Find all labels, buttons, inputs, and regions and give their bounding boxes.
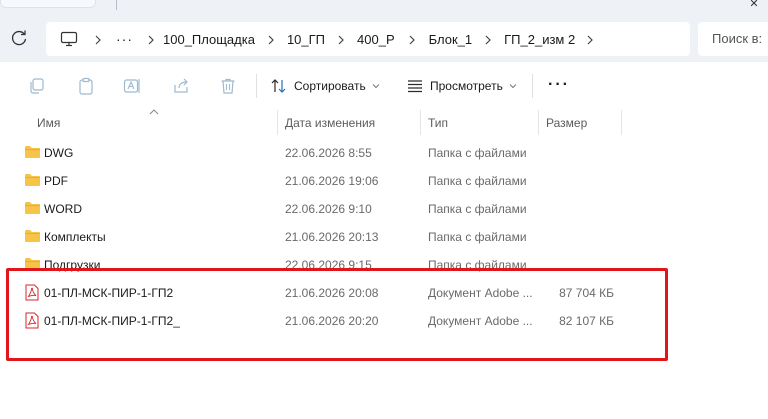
copy-icon[interactable] (27, 76, 47, 96)
breadcrumb-overflow[interactable]: ··· (110, 31, 139, 47)
column-divider[interactable] (621, 110, 622, 135)
file-date: 22.06.2026 8:55 (285, 146, 372, 160)
sort-label: Сортировать (294, 79, 366, 93)
list-item[interactable]: PDF 21.06.2026 19:06 Папка с файлами (0, 167, 768, 195)
breadcrumb-item[interactable]: ГП_2_изм 2 (504, 32, 575, 47)
rename-icon[interactable] (122, 76, 142, 96)
list-item[interactable]: WORD 22.06.2026 9:10 Папка с файлами (0, 195, 768, 223)
file-name: 01-ПЛ-МСК-ПИР-1-ГП2_ (44, 314, 180, 328)
file-date: 21.06.2026 20:20 (285, 314, 379, 328)
tab-separator (116, 0, 117, 10)
file-date: 21.06.2026 20:08 (285, 286, 379, 300)
paste-icon[interactable] (76, 76, 96, 96)
chevron-right-icon[interactable] (139, 31, 163, 47)
browser-tab[interactable] (0, 0, 96, 8)
file-type: Папка с файлами (428, 230, 527, 244)
sort-button[interactable]: Сортировать (270, 74, 380, 98)
chevron-down-icon (509, 84, 517, 89)
file-date: 21.06.2026 20:13 (285, 230, 379, 244)
list-item[interactable]: Комплекты 21.06.2026 20:13 Папка с файла… (0, 223, 768, 251)
file-size: 87 704 КБ (559, 286, 614, 300)
file-name: PDF (44, 174, 68, 188)
sort-icon (271, 79, 286, 93)
file-date: 21.06.2026 19:06 (285, 174, 379, 188)
chevron-right-icon[interactable] (255, 31, 287, 47)
breadcrumb-item[interactable]: Блок_1 (429, 32, 473, 47)
breadcrumb-item[interactable]: 100_Площадка (163, 32, 255, 47)
folder-icon (25, 258, 40, 270)
folder-icon (25, 174, 40, 186)
view-button[interactable]: Просмотреть (406, 74, 517, 98)
list-item[interactable]: DWG 22.06.2026 8:55 Папка с файлами (0, 139, 768, 167)
chevron-right-icon[interactable] (395, 31, 429, 47)
pdf-icon (25, 284, 39, 301)
file-name: 01-ПЛ-МСК-ПИР-1-ГП2 (44, 286, 174, 300)
chevron-down-icon (372, 84, 380, 89)
file-date: 22.06.2026 9:10 (285, 202, 372, 216)
breadcrumb-item[interactable]: 10_ГП (287, 32, 325, 47)
breadcrumb-item[interactable]: 400_Р (357, 32, 395, 47)
file-type: Папка с файлами (428, 174, 527, 188)
folder-icon (25, 146, 40, 158)
folder-icon (25, 202, 40, 214)
file-date: 22.06.2026 9:15 (285, 258, 372, 272)
sort-ascending-icon (149, 109, 159, 115)
file-type: Папка с файлами (428, 258, 527, 272)
share-icon[interactable] (171, 76, 191, 96)
toolbar-divider (256, 74, 257, 98)
toolbar-divider (532, 74, 533, 98)
list-item[interactable]: 01-ПЛ-МСК-ПИР-1-ГП2 21.06.2026 20:08 Док… (0, 279, 768, 307)
column-header-date[interactable]: Дата изменения (285, 110, 375, 135)
file-name: WORD (44, 202, 82, 216)
view-icon (408, 80, 422, 93)
tab-strip: ✕ (0, 0, 768, 16)
more-options-button[interactable]: ··· (548, 76, 570, 94)
file-name: Комплекты (44, 230, 106, 244)
search-input[interactable]: Поиск в: (698, 22, 768, 56)
computer-icon[interactable] (60, 31, 78, 47)
file-name: Подгрузки (44, 258, 101, 272)
column-header-type[interactable]: Тип (428, 110, 448, 135)
column-headers: Имя Дата изменения Тип Размер (0, 109, 768, 135)
breadcrumb: ··· 100_Площадка 10_ГП 400_Р Блок_1 ГП_2… (86, 22, 605, 56)
refresh-icon[interactable] (8, 27, 30, 49)
file-type: Папка с файлами (428, 202, 527, 216)
address-row: ··· 100_Площадка 10_ГП 400_Р Блок_1 ГП_2… (0, 16, 768, 62)
file-size: 82 107 КБ (559, 314, 614, 328)
folder-icon (25, 230, 40, 242)
column-header-name[interactable]: Имя (37, 110, 60, 135)
file-type: Документ Adobe ... (428, 286, 533, 300)
column-divider[interactable] (277, 110, 278, 135)
view-label: Просмотреть (430, 79, 503, 93)
column-divider[interactable] (420, 110, 421, 135)
column-divider[interactable] (538, 110, 539, 135)
close-icon[interactable]: ✕ (747, 0, 761, 10)
column-header-size[interactable]: Размер (546, 110, 587, 135)
chevron-right-icon[interactable] (472, 31, 504, 47)
command-bar: Сортировать Просмотреть ··· (0, 62, 768, 108)
chevron-right-icon[interactable] (575, 31, 605, 47)
file-type: Документ Adobe ... (428, 314, 533, 328)
address-bar[interactable]: ··· 100_Площадка 10_ГП 400_Р Блок_1 ГП_2… (46, 22, 690, 56)
chevron-right-icon[interactable] (86, 31, 110, 47)
delete-icon[interactable] (218, 76, 238, 96)
pdf-icon (25, 312, 39, 329)
file-name: DWG (44, 146, 74, 160)
chevron-right-icon[interactable] (325, 31, 357, 47)
list-item[interactable]: 01-ПЛ-МСК-ПИР-1-ГП2_ 21.06.2026 20:20 До… (0, 307, 768, 335)
file-type: Папка с файлами (428, 146, 527, 160)
list-item[interactable]: Подгрузки 22.06.2026 9:15 Папка с файлам… (0, 251, 768, 279)
